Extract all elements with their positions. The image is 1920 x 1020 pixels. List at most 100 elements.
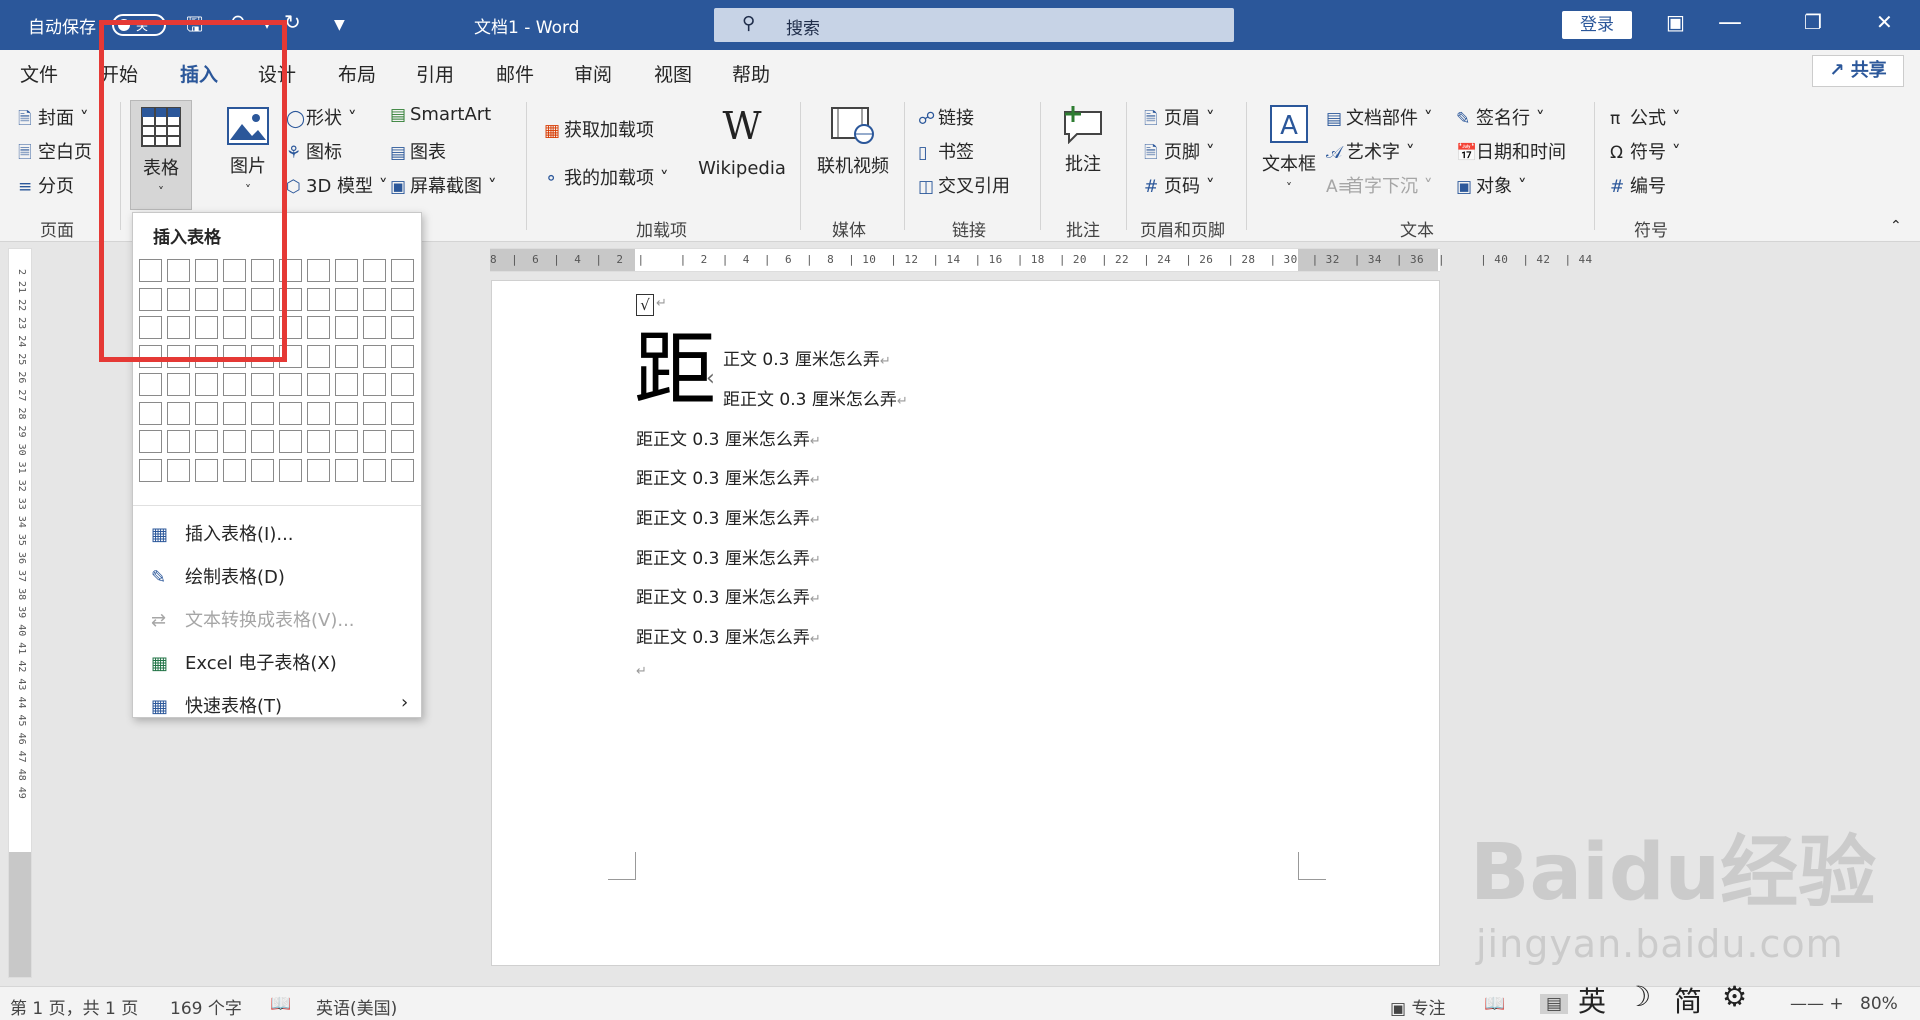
grid-cell[interactable] xyxy=(167,401,190,425)
get-addins-button[interactable]: ▦ 获取加载项 xyxy=(544,116,654,142)
cover-page-button[interactable]: 🗎 封面 ˅ xyxy=(18,104,89,135)
print-layout-icon[interactable]: ▤ xyxy=(1540,994,1569,1014)
grid-cell[interactable] xyxy=(307,259,330,282)
grid-cell[interactable] xyxy=(279,373,302,396)
collapse-ribbon-icon[interactable]: ⌃ xyxy=(1890,218,1902,234)
login-button[interactable]: 登录 xyxy=(1562,11,1632,39)
grid-cell[interactable] xyxy=(307,373,330,396)
grid-cell[interactable] xyxy=(139,458,162,482)
grid-cell[interactable] xyxy=(167,373,190,396)
tab-file[interactable]: 文件 xyxy=(20,60,58,87)
grid-cell[interactable] xyxy=(307,430,330,453)
grid-cell[interactable] xyxy=(223,373,246,396)
zoom-slider[interactable]: —— + xyxy=(1790,994,1844,1014)
shapes-button[interactable]: ◯形状 ˅ xyxy=(286,104,357,130)
header-button[interactable]: 🗎 页眉 ˅ xyxy=(1144,104,1215,135)
tab-mailings[interactable]: 邮件 xyxy=(496,60,534,87)
page-break-button[interactable]: ≡ 分页 xyxy=(18,172,74,198)
grid-cell[interactable] xyxy=(335,401,358,425)
grid-cell[interactable] xyxy=(335,430,358,453)
grid-cell[interactable] xyxy=(307,316,330,339)
grid-cell[interactable] xyxy=(307,401,330,425)
grid-cell[interactable] xyxy=(195,430,218,453)
grid-cell[interactable] xyxy=(167,430,190,453)
grid-cell[interactable] xyxy=(335,287,358,311)
tab-references[interactable]: 引用 xyxy=(416,60,454,87)
cross-reference-button[interactable]: ◫ 交叉引用 xyxy=(918,172,1010,198)
menu-item-excel-spreadsheet[interactable]: ▦ Excel 电子表格(X) xyxy=(151,649,337,675)
my-addins-button[interactable]: ⚬ 我的加载项 ˅ xyxy=(544,164,669,190)
object-button[interactable]: ▣ 对象 ˅ xyxy=(1456,172,1527,198)
grid-cell[interactable] xyxy=(251,373,274,396)
grid-cell[interactable] xyxy=(251,430,274,453)
menu-item-draw-table[interactable]: ✎ 绘制表格(D) xyxy=(151,563,285,589)
wordart-button[interactable]: 𝒜 艺术字 ˅ xyxy=(1326,138,1415,164)
proofing-icon[interactable]: 📖 xyxy=(270,994,291,1014)
word-count[interactable]: 169 个字 xyxy=(170,994,242,1019)
grid-cell[interactable] xyxy=(335,259,358,282)
grid-cell[interactable] xyxy=(195,401,218,425)
symbol-button[interactable]: Ω 符号 ˅ xyxy=(1610,138,1681,164)
page-number-button[interactable]: # 页码 ˅ xyxy=(1144,172,1215,198)
restore-icon[interactable]: ❐ xyxy=(1804,10,1822,34)
footer-button[interactable]: 🗎 页脚 ˅ xyxy=(1144,138,1215,169)
tab-view[interactable]: 视图 xyxy=(654,60,692,87)
equation-button[interactable]: π 公式 ˅ xyxy=(1610,104,1681,130)
blank-page-button[interactable]: 🗏 空白页 xyxy=(18,138,92,169)
search-box[interactable]: ⚲ 搜索 xyxy=(714,8,1234,42)
read-mode-icon[interactable]: 📖 xyxy=(1484,994,1505,1014)
tab-review[interactable]: 审阅 xyxy=(574,60,612,87)
grid-cell[interactable] xyxy=(195,458,218,482)
bookmark-button[interactable]: ▯ 书签 xyxy=(918,138,974,164)
share-button[interactable]: ↗ 共享 xyxy=(1812,55,1904,87)
grid-cell[interactable] xyxy=(307,344,330,368)
grid-cell[interactable] xyxy=(223,430,246,453)
link-button[interactable]: ☍ 链接 xyxy=(918,104,974,130)
grid-cell[interactable] xyxy=(139,373,162,396)
icons-button[interactable]: ⚘ 图标 xyxy=(286,138,342,164)
grid-cell[interactable] xyxy=(139,430,162,453)
tab-layout[interactable]: 布局 xyxy=(338,60,376,87)
grid-cell[interactable] xyxy=(195,373,218,396)
grid-cell[interactable] xyxy=(251,401,274,425)
zoom-level[interactable]: 80% xyxy=(1860,994,1898,1014)
tab-help[interactable]: 帮助 xyxy=(732,60,770,87)
grid-cell[interactable] xyxy=(363,287,386,311)
grid-cell[interactable] xyxy=(307,287,330,311)
quick-parts-button[interactable]: ▤ 文档部件 ˅ xyxy=(1326,104,1433,130)
grid-cell[interactable] xyxy=(391,259,414,282)
ribbon-display-icon[interactable]: ▣ xyxy=(1666,10,1685,34)
chart-button[interactable]: ▤ 图表 xyxy=(390,138,446,164)
customize-qat-icon[interactable]: ▼ xyxy=(334,17,345,33)
grid-cell[interactable] xyxy=(251,458,274,482)
page-count[interactable]: 第 1 页，共 1 页 xyxy=(10,994,138,1019)
comment-button[interactable]: 批注 xyxy=(1054,104,1112,176)
grid-cell[interactable] xyxy=(363,316,386,339)
grid-cell[interactable] xyxy=(335,344,358,368)
horizontal-ruler[interactable]: 8 | 6 | 4 | 2 | | 2 | 4 | 6 | 8 | 10 | 1… xyxy=(490,248,1592,272)
grid-cell[interactable] xyxy=(363,259,386,282)
grid-cell[interactable] xyxy=(391,344,414,368)
focus-button[interactable]: ▣ 专注 xyxy=(1390,994,1445,1019)
grid-cell[interactable] xyxy=(223,458,246,482)
number-button[interactable]: # 编号 xyxy=(1610,172,1666,198)
vertical-ruler[interactable]: 2 21 22 23 24 25 26 27 28 29 30 31 32 33… xyxy=(8,248,32,978)
close-icon[interactable]: ✕ xyxy=(1876,10,1893,34)
drop-cap-button[interactable]: A≡首字下沉 ˅ xyxy=(1326,172,1433,198)
ime-mode[interactable]: 简 xyxy=(1674,980,1702,1020)
grid-cell[interactable] xyxy=(279,458,302,482)
grid-cell[interactable] xyxy=(363,401,386,425)
textbox-button[interactable]: A 文本框 ˅ xyxy=(1256,104,1322,197)
online-video-button[interactable]: 联机视频 xyxy=(812,104,894,178)
grid-cell[interactable] xyxy=(363,430,386,453)
menu-item-insert-table[interactable]: ▦ 插入表格(I)... xyxy=(151,520,294,546)
grid-cell[interactable] xyxy=(391,430,414,453)
signature-line-button[interactable]: ✎ 签名行 ˅ xyxy=(1456,104,1545,130)
grid-cell[interactable] xyxy=(167,458,190,482)
grid-cell[interactable] xyxy=(391,458,414,482)
date-time-button[interactable]: 📅日期和时间 xyxy=(1456,138,1566,164)
grid-cell[interactable] xyxy=(223,401,246,425)
screenshot-button[interactable]: ▣ 屏幕截图 ˅ xyxy=(390,172,497,198)
grid-cell[interactable] xyxy=(363,373,386,396)
grid-cell[interactable] xyxy=(391,373,414,396)
